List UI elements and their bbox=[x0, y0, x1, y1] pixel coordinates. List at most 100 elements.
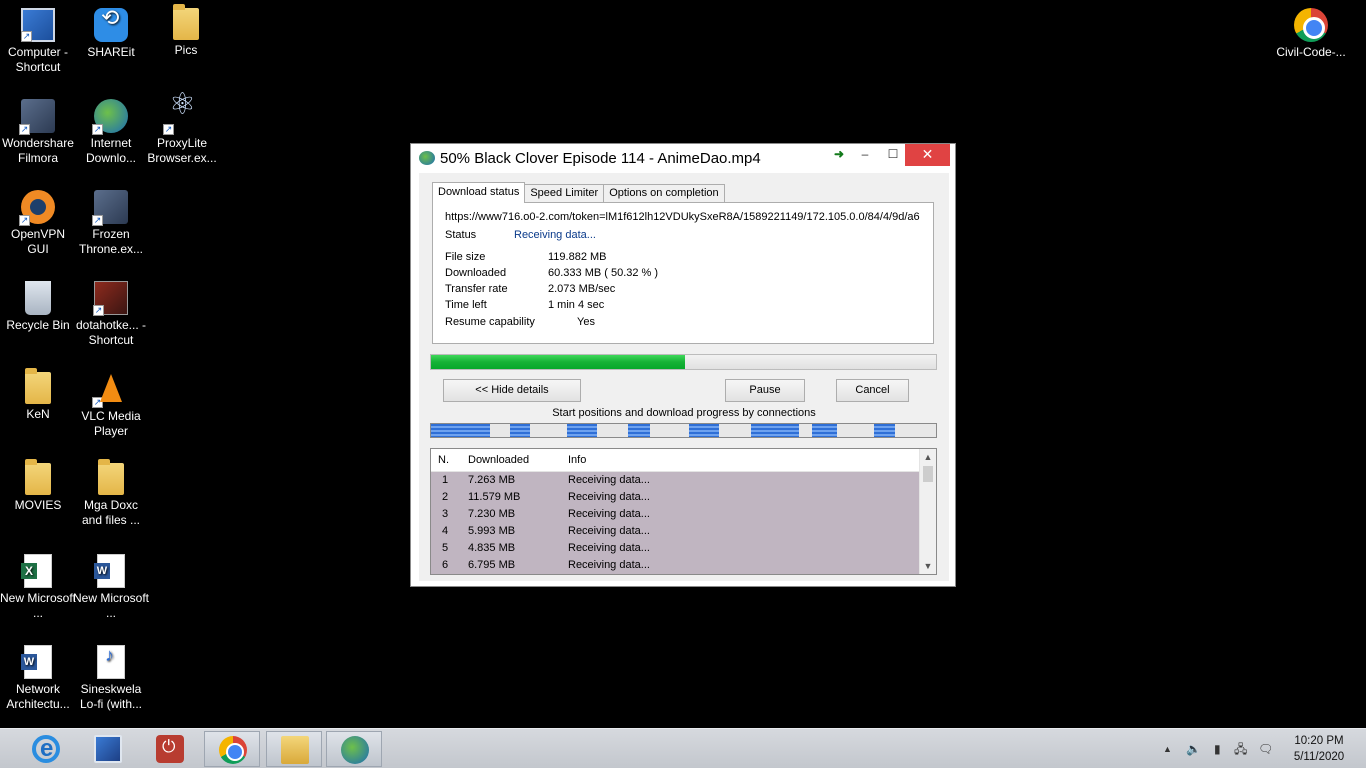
scroll-down-arrow-icon[interactable]: ▼ bbox=[920, 558, 936, 574]
connection-segment bbox=[628, 424, 650, 437]
window-title: 50% Black Clover Episode 114 - AnimeDao.… bbox=[440, 150, 761, 167]
column-header-n[interactable]: N. bbox=[438, 454, 449, 466]
taskbar-chrome[interactable] bbox=[204, 731, 260, 767]
connection-segment bbox=[874, 424, 895, 437]
pause-button[interactable]: Pause bbox=[725, 379, 805, 402]
volume-icon[interactable]: 🔈 bbox=[1186, 729, 1201, 768]
desktop-icon-label: Civil-Code-... bbox=[1276, 45, 1346, 59]
column-header-downloaded[interactable]: Downloaded bbox=[468, 454, 529, 466]
desktop-icon-ken[interactable]: KeN bbox=[0, 368, 76, 422]
column-header-info[interactable]: Info bbox=[568, 454, 586, 466]
desktop-icon-movies[interactable]: MOVIES bbox=[0, 459, 76, 513]
cell-n: 6 bbox=[442, 559, 449, 571]
desktop-icon-new-word[interactable]: New Microsoft ... bbox=[73, 554, 149, 621]
cell-downloaded: 5.993 MB bbox=[468, 525, 516, 537]
table-row[interactable]: 3 7.230 MB Receiving data... bbox=[431, 506, 919, 523]
frozen-throne-icon: ↗ bbox=[92, 190, 128, 226]
desktop-icon-label: Sineskwela Lo-fi (with... bbox=[79, 682, 142, 711]
desktop-icon-frozen-throne[interactable]: ↗ Frozen Throne.ex... bbox=[73, 190, 149, 257]
clock-date: 5/11/2020 bbox=[1293, 751, 1345, 763]
chrome-icon bbox=[219, 736, 247, 764]
download-progress-window: 50% Black Clover Episode 114 - AnimeDao.… bbox=[410, 143, 956, 587]
minimize-button[interactable]: – bbox=[853, 144, 877, 166]
taskbar-idm[interactable] bbox=[326, 731, 382, 767]
taskbar-control-panel[interactable] bbox=[80, 731, 136, 767]
folder-icon bbox=[173, 4, 199, 40]
tab-download-status[interactable]: Download status bbox=[432, 182, 526, 203]
taskbar-internet-explorer[interactable] bbox=[18, 731, 74, 767]
maximize-button[interactable]: ☐ bbox=[881, 144, 905, 166]
connections-table-header: N. Downloaded Info bbox=[431, 449, 919, 472]
time-left-value: 1 min 4 sec bbox=[548, 299, 605, 311]
desktop-icon-label: SHAREit bbox=[87, 45, 135, 59]
desktop-icon-filmora[interactable]: ↗ Wondershare Filmora bbox=[0, 99, 76, 166]
network-icon[interactable]: 🖧 bbox=[1234, 729, 1247, 768]
table-row[interactable]: 1 7.263 MB Receiving data... bbox=[431, 472, 919, 489]
desktop-icon-dotahotkey[interactable]: ↗ dotahotke... - Shortcut bbox=[73, 281, 149, 348]
desktop-icon-computer[interactable]: ↗ Computer - Shortcut bbox=[0, 8, 76, 75]
word-file-icon bbox=[94, 554, 125, 588]
action-center-icon[interactable]: 🗨 bbox=[1258, 729, 1273, 768]
table-row[interactable]: 2 11.579 MB Receiving data... bbox=[431, 489, 919, 506]
table-row[interactable]: 4 5.993 MB Receiving data... bbox=[431, 523, 919, 540]
desktop-icon-network-architecture[interactable]: Network Architectu... bbox=[0, 645, 76, 712]
connections-table-rows: 1 7.263 MB Receiving data... 2 11.579 MB… bbox=[431, 472, 919, 574]
folder-icon bbox=[25, 459, 51, 495]
desktop-icon-label: Frozen Throne.ex... bbox=[78, 227, 144, 256]
cancel-button[interactable]: Cancel bbox=[836, 379, 909, 402]
close-button[interactable]: ✕ bbox=[905, 144, 950, 166]
table-row[interactable]: 6 6.795 MB Receiving data... bbox=[431, 557, 919, 574]
connections-scrollbar[interactable]: ▲ ▼ bbox=[919, 449, 936, 574]
download-progress-fill bbox=[431, 355, 686, 369]
cell-info: Receiving data... bbox=[568, 542, 650, 554]
download-progress-bar bbox=[430, 354, 937, 370]
desktop-icon-label: KeN bbox=[26, 407, 50, 421]
folder-icon bbox=[281, 736, 309, 764]
internet-download-manager-icon: ↗ bbox=[92, 99, 128, 135]
window-titlebar[interactable]: 50% Black Clover Episode 114 - AnimeDao.… bbox=[411, 144, 955, 173]
desktop-icon-mga-doxc[interactable]: Mga Doxc and files ... bbox=[73, 459, 149, 528]
cell-n: 5 bbox=[442, 542, 449, 554]
file-size-row: File size 119.882 MB bbox=[445, 251, 607, 263]
tab-speed-limiter[interactable]: Speed Limiter bbox=[524, 184, 605, 203]
cell-downloaded: 7.263 MB bbox=[468, 474, 516, 486]
taskbar-file-explorer[interactable] bbox=[266, 731, 322, 767]
desktop-icon-shareit[interactable]: SHAREit bbox=[73, 8, 149, 60]
desktop-icon-recycle-bin[interactable]: Recycle Bin bbox=[0, 281, 76, 333]
minimize-to-tray-button[interactable]: ➜ bbox=[829, 144, 849, 166]
tab-options-on-completion[interactable]: Options on completion bbox=[603, 184, 725, 203]
scroll-up-arrow-icon[interactable]: ▲ bbox=[920, 449, 936, 465]
resume-capability-label: Resume capability bbox=[445, 316, 535, 328]
desktop-icon-civil-code[interactable]: Civil-Code-... bbox=[1273, 8, 1349, 60]
connection-segment bbox=[751, 424, 799, 437]
desktop-icon-label: OpenVPN GUI bbox=[10, 227, 66, 256]
filmora-icon: ↗ bbox=[19, 99, 55, 135]
power-icon bbox=[156, 735, 184, 763]
transfer-rate-value: 2.073 MB/sec bbox=[548, 283, 616, 295]
desktop-icon-pics[interactable]: Pics bbox=[148, 4, 224, 58]
hide-details-button[interactable]: << Hide details bbox=[443, 379, 581, 402]
status-value: Receiving data... bbox=[514, 229, 596, 241]
desktop-icon-vlc[interactable]: ↗ VLC Media Player bbox=[73, 372, 149, 439]
battery-icon[interactable]: ▮ bbox=[1214, 729, 1221, 768]
proxylite-icon: ↗ bbox=[163, 97, 199, 135]
desktop-icon-new-excel[interactable]: New Microsoft ... bbox=[0, 554, 76, 621]
desktop-icon-proxylite[interactable]: ↗ ProxyLite Browser.ex... bbox=[144, 97, 220, 166]
desktop-icon-label: Computer - Shortcut bbox=[7, 45, 69, 74]
desktop-icon-label: Internet Downlo... bbox=[85, 136, 137, 165]
taskbar-shutdown[interactable] bbox=[142, 731, 198, 767]
table-row[interactable]: 5 4.835 MB Receiving data... bbox=[431, 540, 919, 557]
desktop-icon-idm[interactable]: ↗ Internet Downlo... bbox=[73, 99, 149, 166]
cell-info: Receiving data... bbox=[568, 508, 650, 520]
scrollbar-thumb[interactable] bbox=[923, 466, 933, 482]
resume-capability-row: Resume capability Yes bbox=[445, 316, 595, 328]
desktop-icon-openvpn[interactable]: ↗ OpenVPN GUI bbox=[0, 190, 76, 257]
show-hidden-icons-button[interactable]: ▲ bbox=[1163, 729, 1172, 768]
desktop-icon-label: Wondershare Filmora bbox=[2, 136, 74, 165]
system-clock[interactable]: 10:20 PM 5/11/2020 bbox=[1282, 733, 1356, 765]
cell-info: Receiving data... bbox=[568, 525, 650, 537]
desktop-icon-sineskwela[interactable]: Sineskwela Lo-fi (with... bbox=[73, 645, 149, 712]
downloaded-row: Downloaded 60.333 MB ( 50.32 % ) bbox=[445, 267, 658, 279]
time-left-row: Time left 1 min 4 sec bbox=[445, 299, 604, 311]
connections-progress-bar bbox=[430, 423, 937, 438]
